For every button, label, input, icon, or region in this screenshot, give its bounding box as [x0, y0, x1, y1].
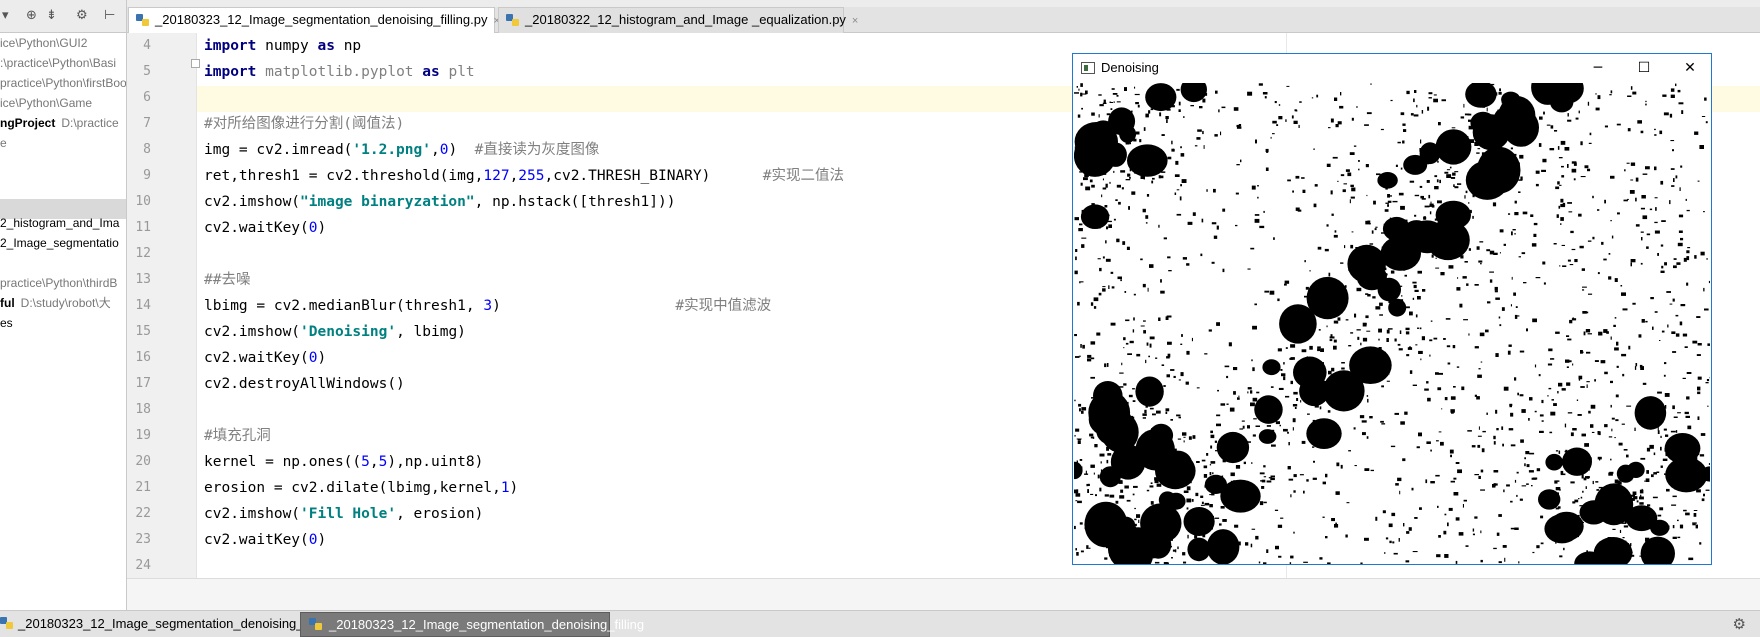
code-line-8: img = cv2.imread('1.2.png',0) #直接读为灰度图像 [204, 142, 600, 158]
code-line-5: import matplotlib.pyplot as plt [204, 64, 475, 80]
code-line-16: cv2.waitKey(0) [204, 350, 327, 366]
line-number: 22 [135, 506, 151, 521]
code-line-9: ret,thresh1 = cv2.threshold(img,127,255,… [204, 168, 844, 184]
tree-item-label: :\practice\Python\Basi [0, 56, 117, 70]
tree-item[interactable]: 2_Image_segmentatio [0, 233, 119, 253]
collapse-icon[interactable]: ⇟ [46, 8, 57, 24]
python-file-icon [506, 14, 519, 26]
denoised-image [1074, 83, 1710, 564]
line-number: 23 [135, 532, 151, 547]
tree-item-label: ice\Python\GUI2 [0, 36, 88, 50]
run-tab-2[interactable]: _20180323_12_Image_segmentation_denoisin… [300, 612, 644, 637]
code-line-13: ##去噪 [204, 272, 251, 288]
code-line-10: cv2.imshow("image binaryzation", np.hsta… [204, 194, 676, 210]
python-file-icon [0, 617, 13, 629]
tree-item-label: es [0, 316, 13, 330]
editor-horizontal-scrollbar[interactable] [127, 578, 1760, 610]
project-toolbar: ▾ ⊕ ⇟ ⚙ ⊢ [0, 0, 126, 33]
line-number: 6 [143, 90, 151, 105]
tree-item[interactable]: practice\Python\firstBoo [0, 73, 127, 93]
tree-item[interactable]: ful D:\study\robot\大 [0, 293, 111, 313]
denoising-window[interactable]: Denoising ─ ☐ ✕ [1072, 53, 1712, 565]
tab-histogram-equalization[interactable]: _20180322_12_histogram_and_Image _equali… [498, 7, 858, 33]
tree-item-label: practice\Python\thirdB [0, 276, 118, 290]
run-tab-label: _20180323_12_Image_segmentation_denoisin… [329, 617, 645, 632]
code-line-7: #对所给图像进行分割(阈值法) [204, 116, 405, 132]
tree-item[interactable]: es [0, 313, 13, 333]
tree-item[interactable]: ice\Python\Game [0, 93, 92, 113]
code-line-14: lbimg = cv2.medianBlur(thresh1, 3) #实现中值… [204, 298, 772, 314]
gear-icon[interactable]: ⚙ [76, 8, 88, 24]
line-number: 18 [135, 402, 151, 417]
line-number: 21 [135, 480, 151, 495]
line-number: 16 [135, 350, 151, 365]
fold-marker-icon[interactable] [191, 59, 200, 68]
line-number: 11 [135, 220, 151, 235]
code-line-19: #填充孔洞 [204, 428, 271, 444]
close-icon[interactable]: × [852, 9, 858, 33]
code-line-23: cv2.waitKey(0) [204, 532, 327, 548]
line-number: 8 [143, 142, 151, 157]
tree-item-label: practice\Python\firstBoo [0, 76, 127, 90]
line-number: 5 [143, 64, 151, 79]
tree-item-label: ngProject [0, 116, 56, 130]
line-number: 24 [135, 558, 151, 573]
tree-item[interactable]: :\practice\Python\Basi [0, 53, 116, 73]
line-number: 12 [135, 246, 151, 261]
code-line-22: cv2.imshow('Fill Hole', erosion) [204, 506, 484, 522]
tree-item[interactable]: ngProject D:\practice [0, 113, 119, 133]
window-title: Denoising [1101, 60, 1159, 75]
run-tab-1[interactable]: _20180323_12_Image_segmentation_denoisin… [0, 612, 333, 637]
code-line-20: kernel = np.ones((5,5),np.uint8) [204, 454, 484, 470]
project-panel: ▾ ⊕ ⇟ ⚙ ⊢ ice\Python\GUI2 :\practice\Pyth… [0, 0, 127, 637]
code-line-11: cv2.waitKey(0) [204, 220, 327, 236]
python-file-icon [136, 14, 149, 26]
line-number: 13 [135, 272, 151, 287]
tab-label: _20180322_12_histogram_and_Image _equali… [525, 12, 846, 27]
line-number: 17 [135, 376, 151, 391]
code-line-21: erosion = cv2.dilate(lbimg,kernel,1) [204, 480, 519, 496]
tree-item[interactable]: e [0, 133, 7, 153]
line-number: 9 [143, 168, 151, 183]
tree-item-label: 2_Image_segmentatio [0, 236, 119, 250]
gear-icon[interactable]: ⚙ [1733, 615, 1746, 633]
tree-item-label: ice\Python\Game [0, 96, 93, 110]
tree-item-label: 2_histogram_and_Ima [0, 216, 120, 230]
tree-item-label: ful [0, 296, 15, 310]
tree-item-path: D:\practice [61, 116, 119, 130]
tree-item-path: D:\study\robot\大 [20, 296, 111, 310]
tree-item[interactable]: 2_histogram_and_Ima [0, 213, 119, 233]
editor-tab-bar: _20180323_12_Image_segmentation_denoisin… [127, 0, 1760, 33]
maximize-button[interactable]: ☐ [1621, 54, 1667, 83]
minimize-button[interactable]: ─ [1575, 54, 1621, 83]
run-tab-bar: _20180323_12_Image_segmentation_denoisin… [0, 610, 1760, 637]
binary-noise-image [1074, 83, 1710, 564]
run-tab-label: _20180323_12_Image_segmentation_denoisin… [18, 616, 334, 631]
code-line-17: cv2.destroyAllWindows() [204, 376, 405, 392]
window-titlebar[interactable]: Denoising ─ ☐ ✕ [1073, 54, 1711, 83]
tabbar-top-strip [127, 0, 1760, 7]
scroll-from-source-icon[interactable]: ⊕ [26, 8, 37, 24]
window-icon [1081, 62, 1095, 74]
tree-item[interactable]: ice\Python\GUI2 [0, 33, 87, 53]
dropdown-icon[interactable]: ▾ [2, 8, 9, 24]
line-number: 14 [135, 298, 151, 313]
line-number: 15 [135, 324, 151, 339]
hide-panel-icon[interactable]: ⊢ [104, 8, 115, 24]
tree-item-label: e [0, 136, 7, 150]
line-number: 20 [135, 454, 151, 469]
close-button[interactable]: ✕ [1667, 54, 1713, 83]
tab-label: _20180323_12_Image_segmentation_denoisin… [155, 12, 488, 27]
code-line-15: cv2.imshow('Denoising', lbimg) [204, 324, 466, 340]
line-number: 19 [135, 428, 151, 443]
line-number: 4 [143, 38, 151, 53]
line-number: 10 [135, 194, 151, 209]
tree-item[interactable]: practice\Python\thirdB [0, 273, 117, 293]
code-line-4: import numpy as np [204, 38, 362, 54]
tab-denoising-filling[interactable]: _20180323_12_Image_segmentation_denoisin… [128, 7, 500, 33]
line-number: 7 [143, 116, 151, 131]
python-file-icon [309, 618, 322, 630]
